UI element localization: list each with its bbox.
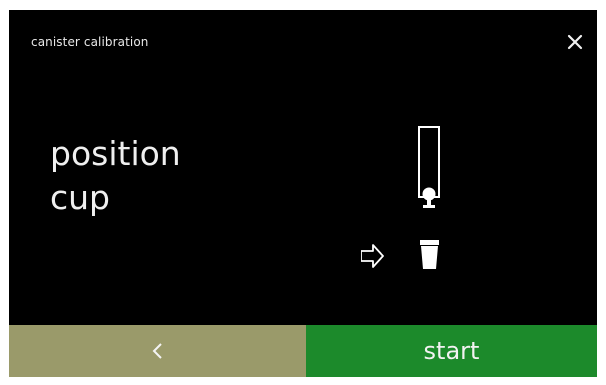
- canister-outlet-icon: [418, 126, 440, 208]
- close-icon: [567, 34, 583, 50]
- instruction-line-2: cup: [50, 178, 111, 217]
- chevron-left-icon: [152, 343, 162, 359]
- cup-icon: [420, 240, 439, 269]
- footer-bar: start: [9, 325, 597, 377]
- back-button[interactable]: [9, 325, 306, 377]
- device-screen: canister calibration position cup start: [0, 0, 606, 385]
- start-button[interactable]: start: [306, 325, 597, 377]
- position-cup-illustration: [360, 126, 451, 276]
- instruction-line-1: position: [50, 134, 181, 173]
- start-button-label: start: [423, 337, 480, 365]
- instruction-text: position cup: [50, 132, 181, 220]
- calibration-panel: canister calibration position cup start: [9, 10, 597, 377]
- page-title: canister calibration: [31, 35, 149, 49]
- close-button[interactable]: [563, 30, 587, 54]
- arrow-right-icon: [360, 244, 384, 268]
